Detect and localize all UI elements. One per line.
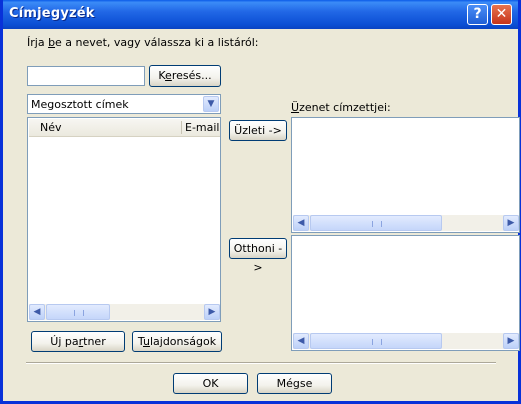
arrow-left-icon[interactable]: ◀ <box>293 333 309 349</box>
add-home-recipient-button[interactable]: Otthoni -> <box>229 238 287 274</box>
help-button[interactable]: ? <box>467 4 488 25</box>
ok-button[interactable]: OK <box>173 373 248 394</box>
recipients-label: Üzenet címzettjei: <box>291 101 391 114</box>
column-header-email[interactable]: E-mail c <box>185 121 220 134</box>
close-x-icon: ✕ <box>495 6 508 22</box>
chevron-down-icon[interactable]: ▼ <box>203 96 219 112</box>
question-mark-icon: ? <box>473 6 482 22</box>
work-list-hscroll[interactable]: ◀ ▶ <box>293 215 519 231</box>
search-button[interactable]: Keresés... <box>149 65 221 87</box>
column-divider[interactable] <box>181 121 182 134</box>
close-button[interactable]: ✕ <box>491 4 512 25</box>
address-book-selected: Megosztott címek <box>31 98 129 111</box>
contact-list[interactable]: Név E-mail c ◀ ▶ <box>27 117 221 322</box>
contact-list-header: Név E-mail c <box>29 119 220 137</box>
arrow-right-icon[interactable]: ▶ <box>503 333 519 349</box>
window-title: Címjegyzék <box>9 6 95 21</box>
home-recipients-list[interactable]: ◀ ▶ <box>291 235 520 351</box>
arrow-left-icon[interactable]: ◀ <box>293 215 309 231</box>
arrow-right-icon[interactable]: ▶ <box>503 215 519 231</box>
column-header-name[interactable]: Név <box>40 121 62 134</box>
cancel-button[interactable]: Mégse <box>257 373 332 394</box>
scroll-thumb[interactable] <box>310 333 442 349</box>
properties-button[interactable]: Tulajdonságok <box>132 331 222 352</box>
scroll-thumb[interactable] <box>310 215 442 231</box>
new-contact-button[interactable]: Új partner <box>31 331 125 352</box>
arrow-left-icon[interactable]: ◀ <box>29 304 45 320</box>
title-bar[interactable]: Címjegyzék ? ✕ <box>3 0 518 29</box>
contact-list-hscroll[interactable]: ◀ ▶ <box>29 304 220 320</box>
search-input[interactable] <box>27 66 145 86</box>
address-book-window: Címjegyzék ? ✕ Írja be a nevet, vagy vál… <box>0 0 521 404</box>
divider <box>26 362 496 364</box>
search-label: Írja be a nevet, vagy válassza ki a list… <box>27 36 259 49</box>
address-book-select[interactable]: Megosztott címek ▼ <box>27 94 221 114</box>
work-recipients-list[interactable]: ◀ ▶ <box>291 117 520 233</box>
arrow-right-icon[interactable]: ▶ <box>204 304 220 320</box>
home-list-hscroll[interactable]: ◀ ▶ <box>293 333 519 349</box>
add-work-recipient-button[interactable]: Üzleti -> <box>229 120 287 141</box>
scroll-thumb[interactable] <box>46 304 110 320</box>
